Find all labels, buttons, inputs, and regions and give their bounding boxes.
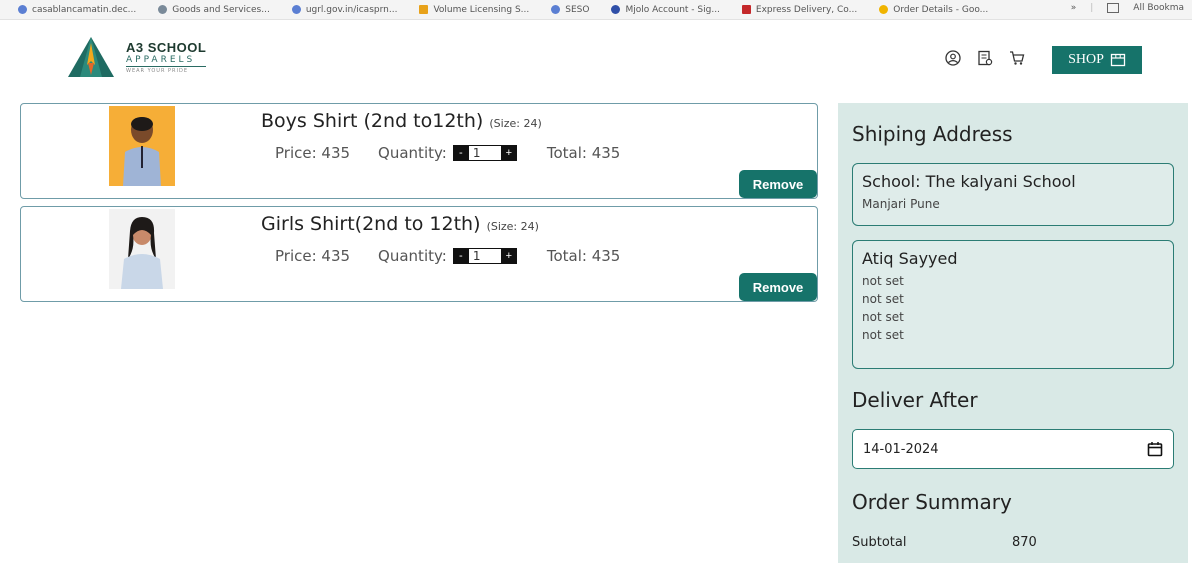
product-image [109,106,175,186]
bookmark[interactable]: casablancamatin.dec... [18,5,136,15]
bookmark[interactable]: Mjolo Account - Sig... [611,4,720,15]
cart-item: Boys Shirt (2nd to12th) (Size: 24) Price… [20,103,818,199]
header-icons [944,49,1026,67]
bookmark-label: Order Details - Goo... [893,4,989,15]
logo-title: A3 SCHOOL [126,39,207,55]
order-summary-heading: Order Summary [852,490,1012,514]
bookmark[interactable]: SESO [551,5,589,15]
product-details: Price: 435 Quantity: - 1 + Total: 435 [275,247,620,265]
increase-quantity-button[interactable]: + [500,248,517,264]
shop-button-label: SHOP [1068,52,1104,67]
more-bookmarks-button[interactable]: » [1071,3,1077,13]
bookmark-icon [291,5,301,14]
delivery-date-value: 14-01-2024 [863,441,939,457]
bookmark-label: ugrl.gov.in/icasprn... [305,4,398,15]
calendar-icon[interactable] [1147,441,1163,457]
bookmark-icon [741,5,751,14]
subtotal-value: 870 [1012,535,1037,550]
cart-item: Girls Shirt(2nd to 12th) (Size: 24) Pric… [20,206,818,302]
deliver-after-heading: Deliver After [852,388,978,412]
increase-quantity-button[interactable]: + [500,145,517,161]
address-line: not set [862,292,904,306]
site-header: A3 SCHOOL APPARELS WEAR YOUR PRIDE SHOP [0,21,1192,91]
bookmark[interactable]: Order Details - Goo... [879,5,988,15]
product-name-text: Boys Shirt (2nd to12th) [261,110,484,132]
product-size: (Size: 24) [489,117,542,130]
logo-mark-icon [68,37,114,77]
contact-name: Atiq Sayyed [862,249,958,268]
logo-tagline: WEAR YOUR PRIDE [126,67,188,74]
quantity-input[interactable]: 1 [468,248,501,264]
product-name: Boys Shirt (2nd to12th) (Size: 24) [261,110,542,132]
remove-button[interactable]: Remove [739,170,817,198]
bookmark-icon [18,5,27,14]
bookmarks-overflow: » | All Bookma [1070,3,1184,13]
product-name-text: Girls Shirt(2nd to 12th) [261,213,481,235]
total-text: Total: 435 [546,247,621,265]
product-image [109,209,175,289]
quantity-stepper: - 1 + [452,145,517,161]
product-details: Price: 435 Quantity: - 1 + Total: 435 [275,144,620,162]
quantity-stepper: - 1 + [452,248,517,264]
subtotal-label: Subtotal [852,535,907,550]
quantity-label: Quantity: [378,247,447,265]
product-name: Girls Shirt(2nd to 12th) (Size: 24) [261,213,539,235]
store-icon [1110,53,1126,67]
bookmark-label: Volume Licensing S... [433,4,530,15]
school-location: Manjari Pune [862,197,940,211]
bookmark-label: Express Delivery, Co... [755,4,858,15]
address-line: not set [862,328,904,342]
bookmark-label: Goods and Services... [172,4,270,15]
bookmark-label: casablancamatin.dec... [32,4,137,15]
bookmark-icon [879,5,889,14]
site-logo[interactable]: A3 SCHOOL APPARELS WEAR YOUR PRIDE [66,35,207,79]
school-address-card[interactable]: School: The kalyani School Manjari Pune [852,163,1174,226]
bookmark[interactable]: ugrl.gov.in/icasprn... [291,4,398,15]
quantity-label: Quantity: [378,144,447,162]
contact-address-card[interactable]: Atiq Sayyed not set not set not set not … [852,240,1174,369]
total-text: Total: 435 [546,144,621,162]
decrease-quantity-button[interactable]: - [452,248,469,264]
user-icon[interactable] [944,49,962,67]
school-name: School: The kalyani School [862,172,1076,191]
price-text: Price: 435 [275,247,351,265]
bookmark-icon [158,5,168,14]
orders-icon[interactable] [976,49,994,67]
shop-button[interactable]: SHOP [1052,46,1142,74]
logo-subtitle: APPARELS [126,55,207,67]
product-size: (Size: 24) [486,220,539,233]
bookmark[interactable]: Volume Licensing S... [419,5,529,15]
bookmark-label: SESO [565,4,590,15]
bookmarks-bar: casablancamatin.dec... Goods and Service… [0,0,1192,20]
remove-button[interactable]: Remove [739,273,817,301]
shipping-address-heading: Shiping Address [852,122,1013,146]
bookmark-label: Mjolo Account - Sig... [625,4,720,15]
bookmark-icon [551,5,561,14]
bookmark-icon [419,5,429,14]
bookmark-icon [611,5,621,14]
address-line: not set [862,310,904,324]
folder-icon [1107,3,1120,13]
all-bookmarks-button[interactable]: All Bookma [1133,3,1184,13]
price-text: Price: 435 [275,144,351,162]
quantity-input[interactable]: 1 [468,145,501,161]
bookmark[interactable]: Goods and Services... [158,5,270,15]
address-line: not set [862,274,904,288]
cart-icon[interactable] [1008,49,1026,67]
decrease-quantity-button[interactable]: - [452,145,469,161]
bookmark[interactable]: Express Delivery, Co... [741,4,858,15]
delivery-date-input[interactable]: 14-01-2024 [852,429,1174,469]
subtotal-row: Subtotal 870 [852,535,1082,550]
checkout-panel: Shiping Address School: The kalyani Scho… [838,103,1188,563]
